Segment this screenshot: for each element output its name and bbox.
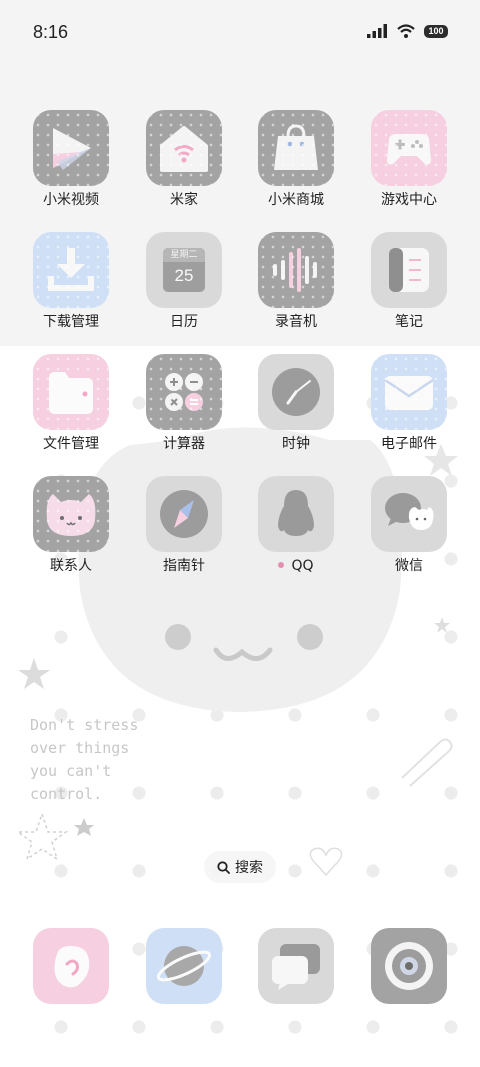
app-label: 微信 [395, 558, 423, 574]
app-mi-home[interactable]: 米家 [129, 110, 239, 209]
app-label: 笔记 [395, 314, 423, 330]
app-label: 文件管理 [43, 436, 99, 452]
app-label: 时钟 [282, 436, 310, 452]
signal-icon [367, 24, 387, 38]
penguin-icon [258, 476, 334, 552]
app-mi-video[interactable]: 小米视频 [16, 110, 126, 209]
wechat-icon [371, 476, 447, 552]
notes-icon [371, 232, 447, 308]
app-wechat[interactable]: 微信 [354, 476, 464, 575]
sound-wave-icon [258, 232, 334, 308]
compass-icon [146, 476, 222, 552]
app-contacts[interactable]: 联系人 [16, 476, 126, 575]
app-label: 小米视频 [43, 192, 99, 208]
wallpaper-quote: Don't stress over things you can't contr… [30, 716, 139, 803]
app-email[interactable]: 电子邮件 [354, 354, 464, 453]
app-notes[interactable]: 笔记 [354, 232, 464, 331]
download-icon [33, 232, 109, 308]
shopping-bag-icon [258, 110, 334, 186]
calculator-icon [146, 354, 222, 430]
app-recorder[interactable]: 录音机 [241, 232, 351, 331]
calendar-page: 星期二 25 [163, 248, 205, 292]
search-label: 搜索 [235, 860, 263, 876]
calendar-weekday: 星期二 [163, 248, 205, 262]
video-play-icon [33, 110, 109, 186]
app-label: 电子邮件 [381, 436, 437, 452]
app-label: 联系人 [50, 558, 92, 574]
status-bar: 8:16 100 [0, 0, 480, 70]
app-label: 小米商城 [268, 192, 324, 208]
app-compass[interactable]: 指南针 [129, 476, 239, 575]
app-calendar[interactable]: 星期二 25 日历 [129, 232, 239, 331]
smart-home-icon [146, 110, 222, 186]
camera-lens-icon [371, 928, 447, 1004]
app-file-manager[interactable]: 文件管理 [16, 354, 126, 453]
folder-icon [33, 354, 109, 430]
app-label: 米家 [170, 192, 198, 208]
dock-camera[interactable] [371, 928, 447, 1004]
planet-icon [146, 928, 222, 1004]
wifi-icon [397, 24, 415, 38]
app-label: QQ [241, 557, 351, 575]
app-download-manager[interactable]: 下载管理 [16, 232, 126, 331]
app-mi-store[interactable]: 小米商城 [241, 110, 351, 209]
app-calculator[interactable]: 计算器 [129, 354, 239, 453]
search-icon [217, 860, 230, 874]
gamepad-icon [371, 110, 447, 186]
app-clock[interactable]: 时钟 [241, 354, 351, 453]
phone-icon [33, 928, 109, 1004]
status-icons: 100 [367, 24, 448, 38]
app-label: 计算器 [163, 436, 205, 452]
message-icon [258, 928, 334, 1004]
dock-browser[interactable] [146, 928, 222, 1004]
status-time: 8:16 [33, 22, 69, 42]
envelope-icon [371, 354, 447, 430]
clock-icon [258, 354, 334, 430]
search-button[interactable]: 搜索 [204, 851, 276, 883]
app-game-center[interactable]: 游戏中心 [354, 110, 464, 209]
dock-messages[interactable] [258, 928, 334, 1004]
dock-phone[interactable] [33, 928, 109, 1004]
app-label: 指南针 [163, 558, 205, 574]
app-qq[interactable]: QQ [241, 476, 351, 575]
calendar-icon: 星期二 25 [146, 232, 222, 308]
calendar-day: 25 [174, 266, 194, 285]
app-label: 日历 [170, 314, 198, 330]
app-label: 下载管理 [43, 314, 99, 330]
new-notification-dot [278, 562, 285, 568]
cat-contact-icon [33, 476, 109, 552]
battery-icon: 100 [424, 24, 448, 38]
app-label: 游戏中心 [381, 192, 437, 208]
app-label: 录音机 [275, 314, 317, 330]
